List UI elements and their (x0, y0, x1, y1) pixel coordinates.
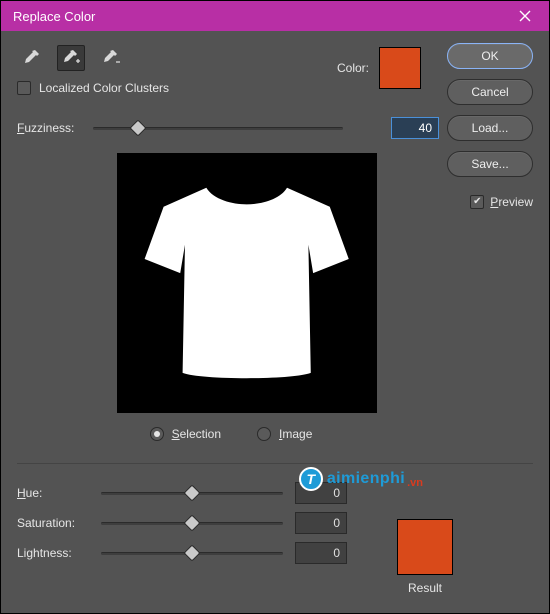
fuzziness-label: Fuzziness: (17, 121, 89, 135)
hue-input[interactable] (295, 482, 347, 504)
preview-checkbox[interactable] (470, 195, 484, 209)
eyedropper-subtract-tool[interactable] (97, 45, 125, 71)
lightness-row: Lightness: (17, 538, 347, 568)
selection-radio[interactable]: Selection (150, 427, 221, 441)
save-button[interactable]: Save... (447, 151, 533, 177)
eyedropper-minus-icon (101, 48, 121, 68)
saturation-slider[interactable] (101, 514, 283, 532)
tshirt-mask-icon (128, 164, 365, 401)
slider-thumb[interactable] (184, 515, 201, 532)
lightness-slider[interactable] (101, 544, 283, 562)
selection-radio-label: Selection (172, 427, 221, 441)
source-color-swatch[interactable] (379, 47, 421, 89)
preview-mode-row: Selection Image (71, 427, 391, 441)
slider-thumb[interactable] (184, 485, 201, 502)
lightness-label: Lightness: (17, 546, 97, 560)
replace-color-dialog: Replace Color Color: OK Cancel Load... S… (0, 0, 550, 614)
window-title: Replace Color (13, 9, 95, 24)
divider (17, 463, 533, 464)
fuzziness-slider[interactable] (93, 119, 343, 137)
radio-dot-icon (257, 427, 271, 441)
watermark-suffix: .vn (407, 477, 423, 489)
hue-slider[interactable] (101, 484, 283, 502)
preview-label: Preview (490, 195, 533, 209)
result-color-swatch[interactable] (397, 519, 453, 575)
ok-button[interactable]: OK (447, 43, 533, 69)
saturation-input[interactable] (295, 512, 347, 534)
image-radio-label: Image (279, 427, 312, 441)
saturation-label: Saturation: (17, 516, 97, 530)
fuzziness-input[interactable] (391, 117, 439, 139)
eyedropper-plus-icon (61, 48, 81, 68)
result-label: Result (408, 581, 442, 595)
lightness-input[interactable] (295, 542, 347, 564)
close-icon (519, 10, 531, 22)
eyedropper-tool[interactable] (17, 45, 45, 71)
close-button[interactable] (509, 4, 541, 28)
hue-row: Hue: (17, 478, 347, 508)
preview-toggle[interactable]: Preview (447, 195, 533, 209)
saturation-row: Saturation: (17, 508, 347, 538)
eyedropper-icon (21, 48, 41, 68)
hue-label: Hue: (17, 486, 97, 500)
localized-label: Localized Color Clusters (39, 81, 169, 95)
result-column: Result (397, 519, 453, 595)
image-radio[interactable]: Image (257, 427, 312, 441)
slider-thumb[interactable] (130, 120, 147, 137)
color-label: Color: (337, 61, 369, 75)
eyedropper-add-tool[interactable] (57, 45, 85, 71)
dialog-body: Color: OK Cancel Load... Save... Preview… (1, 31, 549, 613)
radio-dot-icon (150, 427, 164, 441)
load-button[interactable]: Load... (447, 115, 533, 141)
titlebar[interactable]: Replace Color (1, 1, 549, 31)
slider-thumb[interactable] (184, 545, 201, 562)
source-color-row: Color: (337, 47, 421, 89)
cancel-button[interactable]: Cancel (447, 79, 533, 105)
button-column: OK Cancel Load... Save... Preview (447, 43, 533, 209)
mask-preview[interactable] (117, 153, 377, 413)
localized-checkbox[interactable] (17, 81, 31, 95)
adjustment-block: Hue: Saturation: Lightness: (17, 478, 347, 568)
